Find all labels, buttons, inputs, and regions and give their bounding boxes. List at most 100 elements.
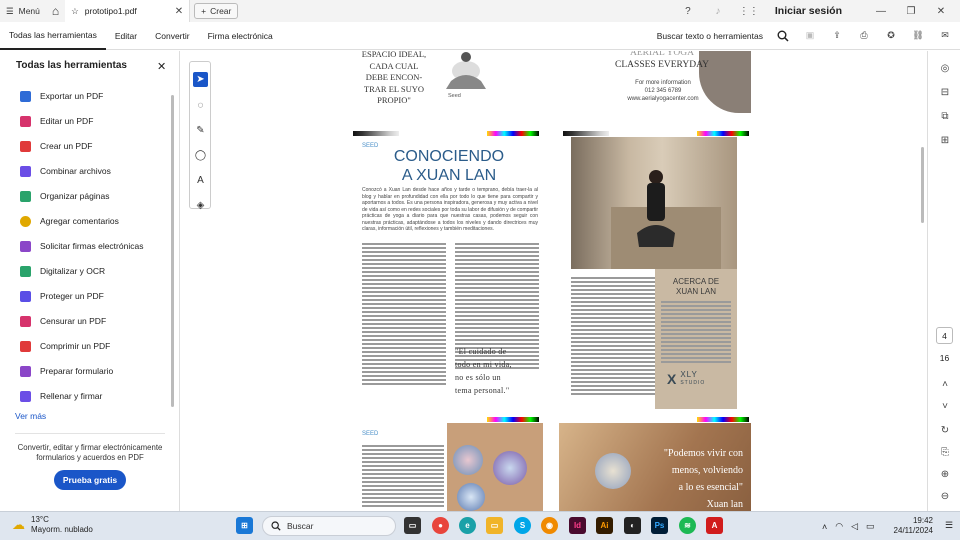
refresh-icon[interactable]: ↻ [938, 423, 952, 437]
tool-protect-pdf[interactable]: Proteger un PDF [20, 289, 104, 303]
signin-button[interactable]: Iniciar sesión [775, 5, 842, 17]
tab-edit[interactable]: Editar [106, 22, 146, 50]
tool-create-pdf[interactable]: Crear un PDF [20, 139, 92, 153]
tool-prepare-form[interactable]: Preparar formulario [20, 364, 113, 378]
fill-tool-icon[interactable]: ◈ [193, 198, 208, 213]
tool-fill-sign[interactable]: Rellenar y firmar [20, 389, 102, 403]
tool-export-pdf[interactable]: Exportar un PDF [20, 89, 103, 103]
tool-combine-files[interactable]: Combinar archivos [20, 164, 111, 178]
search-tools-label[interactable]: Buscar texto o herramientas [657, 31, 763, 41]
tool-edit-pdf[interactable]: Editar un PDF [20, 114, 93, 128]
lasso-tool-icon[interactable]: ◯ [193, 148, 208, 163]
quick-tools-bar: ➤ ◌ ✎ ◯ A ◈ [189, 61, 211, 211]
bookmark-icon[interactable]: ⊟ [938, 85, 952, 99]
chrome-icon[interactable]: ● [432, 517, 449, 534]
search-icon[interactable] [776, 29, 790, 43]
comment-tool-icon[interactable]: ◌ [193, 98, 208, 113]
star-icon[interactable]: ☆ [71, 6, 79, 17]
about-box: ACERCA DE XUAN LAN X XLY STUDIO [655, 269, 737, 409]
close-panel-icon[interactable]: ✕ [157, 60, 166, 73]
close-tab-icon[interactable]: ✕ [175, 6, 183, 17]
ai-chat-icon[interactable]: ◎ [938, 61, 952, 75]
weather-widget[interactable]: ☁ 13°C Mayorm. nublado [12, 515, 93, 535]
tool-add-comments[interactable]: Agregar comentarios [20, 214, 119, 228]
print-icon[interactable]: ⎙ [857, 29, 871, 43]
tab-convert[interactable]: Convertir [146, 22, 198, 50]
free-trial-button[interactable]: Prueba gratis [54, 470, 126, 490]
bottom-quote-line: menos, volviendo [671, 465, 743, 476]
windows-start-icon[interactable]: ⊞ [236, 517, 253, 534]
indesign-icon[interactable]: Id [569, 517, 586, 534]
wifi-icon[interactable]: ◠ [835, 521, 843, 532]
select-cursor-icon[interactable]: ➤ [193, 72, 208, 87]
apps-grid-icon[interactable]: ⋮⋮ [739, 6, 759, 17]
acrobat-icon[interactable]: A [706, 517, 723, 534]
studio-name: XLY [680, 370, 698, 379]
document-viewer[interactable]: ➤ ◌ ✎ ◯ A ◈ ESPACIO IDEAL, CADA CUAL DEB… [181, 51, 927, 511]
edge-icon[interactable]: e [459, 517, 476, 534]
volume-icon[interactable]: ◁ [851, 521, 858, 532]
obs-icon[interactable]: ◐ [624, 517, 641, 534]
tool-organize-pages[interactable]: Organizar páginas [20, 189, 109, 203]
save-icon[interactable]: ▣ [803, 29, 817, 43]
form-icon [20, 365, 31, 377]
current-page-field[interactable]: 4 [936, 327, 953, 344]
upload-icon[interactable]: ⇪ [830, 29, 844, 43]
battery-icon[interactable]: ▭ [866, 521, 875, 532]
minimize-icon[interactable]: — [872, 6, 890, 17]
viewer-scrollbar[interactable] [921, 147, 924, 223]
yoga-illustration [446, 52, 486, 89]
help-icon[interactable]: ? [679, 6, 697, 17]
spotify-icon[interactable]: ≋ [679, 517, 696, 534]
taskbar-search[interactable]: Buscar [262, 516, 396, 536]
page-fit-icon[interactable]: ⎘ [938, 445, 952, 459]
photoshop-icon[interactable]: Ps [651, 517, 668, 534]
studio-sub: STUDIO [680, 380, 706, 386]
ai-assistant-icon[interactable]: ✪ [884, 29, 898, 43]
blender-icon[interactable]: ◉ [541, 517, 558, 534]
chevron-down-icon[interactable]: ˅ [938, 399, 952, 413]
zoom-in-icon[interactable]: ⊕ [938, 467, 952, 481]
panel-scrollbar[interactable] [171, 95, 174, 407]
tool-scan-ocr[interactable]: Digitalizar y OCR [20, 264, 105, 278]
quote-line: PROPIO" [377, 95, 411, 105]
file-explorer-icon[interactable]: ▭ [486, 517, 503, 534]
pen-tool-icon[interactable]: ✎ [193, 123, 208, 138]
text-box-tool-icon[interactable]: A [193, 173, 208, 188]
pages-icon[interactable]: ⧉ [938, 109, 952, 123]
x-logo-icon: X [667, 371, 677, 387]
document-tab[interactable]: ☆ prototipo1.pdf ✕ [65, 0, 191, 22]
restore-icon[interactable]: ❐ [902, 6, 920, 17]
menu-button[interactable]: ☰ Menú [0, 0, 46, 22]
attachments-icon[interactable]: ⊞ [938, 133, 952, 147]
create-button[interactable]: + Crear [194, 3, 239, 19]
tab-esign[interactable]: Firma electrónica [199, 22, 282, 50]
ad-info-line: www.aerialyogacenter.com [627, 96, 699, 102]
tool-redact-pdf[interactable]: Censurar un PDF [20, 314, 106, 328]
tool-compress-pdf[interactable]: Comprimir un PDF [20, 339, 110, 353]
email-icon[interactable]: ✉ [938, 29, 952, 43]
home-button[interactable]: ⌂ [46, 0, 65, 22]
clock[interactable]: 19:42 24/11/2024 [893, 516, 933, 536]
notifications-icon[interactable]: ☰ [945, 520, 953, 531]
notifications-icon[interactable]: ♪ [709, 6, 727, 17]
weather-desc: Mayorm. nublado [31, 525, 93, 534]
tool-label: Agregar comentarios [40, 216, 119, 226]
chevron-up-icon[interactable]: ˄ [938, 377, 952, 391]
zoom-out-icon[interactable]: ⊖ [938, 489, 952, 503]
close-window-icon[interactable]: ✕ [932, 6, 950, 17]
tab-all-tools[interactable]: Todas las herramientas [0, 22, 106, 50]
bottom-quote-line: a lo es esencial" [678, 482, 743, 493]
task-view-icon[interactable]: ▭ [404, 517, 421, 534]
tool-request-signatures[interactable]: Solicitar firmas electrónicas [20, 239, 143, 253]
skype-icon[interactable]: S [514, 517, 531, 534]
compress-icon [20, 340, 31, 352]
pull-quote-line: tema personal." [455, 386, 510, 395]
page-article-right: ACERCA DE XUAN LAN X XLY STUDIO [559, 137, 751, 409]
page-article-left: SEED CONOCIENDO A XUAN LAN Conozcó a Xua… [351, 137, 547, 409]
chevron-up-icon[interactable]: ˄ [822, 522, 827, 532]
illustrator-icon[interactable]: Ai [596, 517, 613, 534]
link-icon[interactable]: ⛓ [911, 29, 925, 43]
see-more-link[interactable]: Ver más [15, 411, 46, 421]
intro-paragraph: Conozcó a Xuan Lan desde hace años y tar… [362, 187, 538, 232]
